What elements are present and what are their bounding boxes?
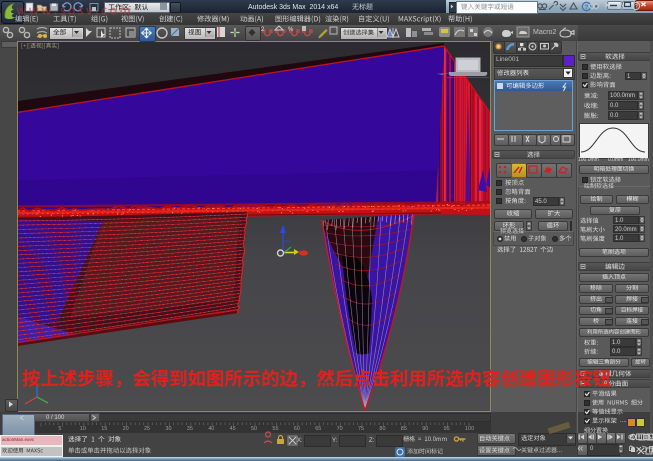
svg-text:%: %	[288, 27, 294, 33]
svg-text:?: ?	[585, 4, 589, 11]
svg-text:?: ?	[635, 5, 639, 11]
